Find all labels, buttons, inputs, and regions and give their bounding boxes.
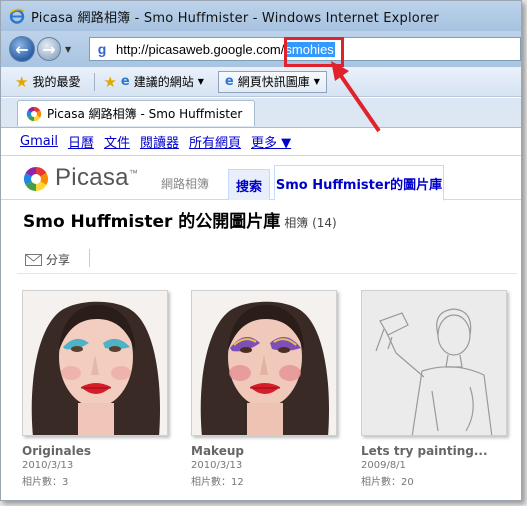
browser-window: Picasa 網路相簿 - Smo Huffmister - Windows I… xyxy=(0,0,522,501)
annotation-arrow xyxy=(331,61,381,133)
